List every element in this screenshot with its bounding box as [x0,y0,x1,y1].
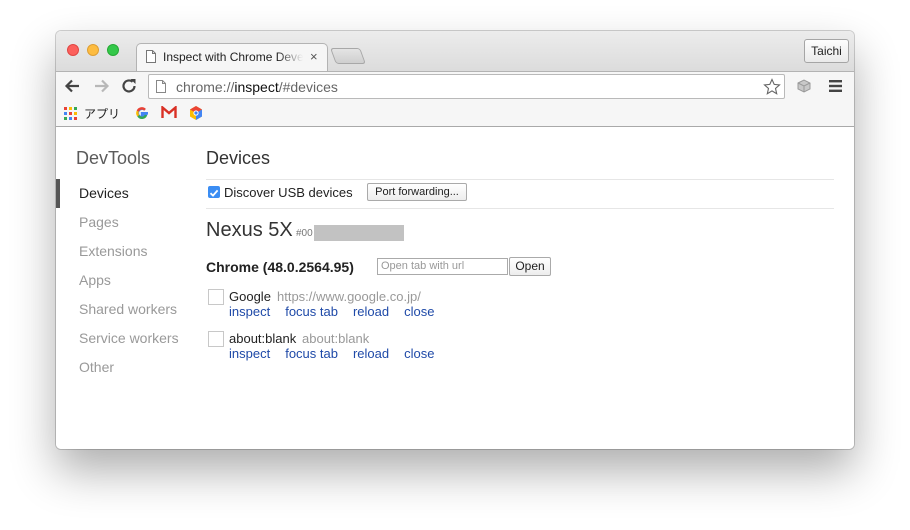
toolbar: chrome://inspect/#devices [56,71,854,101]
new-tab-button[interactable] [330,48,366,64]
page-title-text: about:blank [229,331,297,346]
forward-arrow-icon[interactable] [91,76,111,96]
discover-usb-label[interactable]: Discover USB devices [224,185,353,200]
apps-grid-icon[interactable] [64,107,77,120]
bookmark-star-icon[interactable] [763,78,781,96]
google-icon[interactable] [134,105,150,121]
inspect-link[interactable]: inspect [229,346,270,361]
chrome-webstore-icon[interactable] [188,105,204,121]
gmail-icon[interactable] [161,106,177,119]
menu-icon[interactable] [829,80,842,92]
tab-title: Inspect with Chrome Developer Tools [163,50,303,64]
reload-link[interactable]: reload [353,304,389,319]
url-scheme: chrome:// [176,79,235,95]
window-maximize-button[interactable] [107,44,119,56]
page-url: about:blank [302,331,370,346]
back-arrow-icon[interactable] [63,76,83,96]
page-actions: inspect focus tab reload close [229,304,449,319]
focus-tab-link[interactable]: focus tab [285,304,338,319]
focus-tab-link[interactable]: focus tab [285,346,338,361]
page-url: https://www.google.co.jp/ [277,289,421,304]
url-text: chrome://inspect/#devices [176,79,338,95]
devtools-title: DevTools [76,148,151,168]
page-icon [146,50,156,63]
sidebar-item-other[interactable]: Other [56,353,196,382]
sidebar-item-shared-workers[interactable]: Shared workers [56,295,196,324]
inspect-page: DevTools Devices Pages Extensions Apps S… [56,127,854,449]
divider [206,179,834,180]
reload-icon[interactable] [119,76,139,96]
extension-icon[interactable] [796,78,812,94]
window-minimize-button[interactable] [87,44,99,56]
window-close-button[interactable] [67,44,79,56]
tab-close-icon[interactable]: × [310,49,318,64]
sidebar-nav: Devices Pages Extensions Apps Shared wor… [56,179,196,382]
page-title: Devices [206,148,271,168]
tab-strip: Inspect with Chrome Developer Tools × Ta… [56,31,854,71]
bookmarks-bar: アプリ [56,101,854,127]
device-name: Nexus 5X [206,219,293,241]
sidebar-item-apps[interactable]: Apps [56,266,196,295]
browser-window: Inspect with Chrome Developer Tools × Ta… [56,31,854,449]
list-item: about:blank about:blank inspect focus tab… [206,331,834,371]
open-tab-button[interactable]: Open [509,257,551,276]
tab-inspect[interactable]: Inspect with Chrome Developer Tools × [136,43,328,71]
inspect-link[interactable]: inspect [229,304,270,319]
browser-name: Chrome (48.0.2564.95) [206,259,354,275]
page-title-text: Google [229,289,271,304]
serial-redaction [314,225,404,241]
url-path: /#devices [278,79,338,95]
sidebar-item-devices[interactable]: Devices [56,179,196,208]
url-host: inspect [234,79,279,95]
address-bar[interactable]: chrome://inspect/#devices [148,74,785,99]
sidebar-item-service-workers[interactable]: Service workers [56,324,196,353]
device-serial: #00 [296,228,313,239]
profile-button[interactable]: Taichi [804,39,849,63]
port-forwarding-button[interactable]: Port forwarding... [367,183,467,201]
reload-link[interactable]: reload [353,346,389,361]
page-thumbnail [208,331,224,347]
close-link[interactable]: close [404,304,434,319]
sidebar-item-extensions[interactable]: Extensions [56,237,196,266]
discover-usb-checkbox[interactable] [208,186,220,198]
page-icon [156,80,166,93]
page-thumbnail [208,289,224,305]
list-item: Google https://www.google.co.jp/ inspect… [206,289,834,329]
checkmark-icon [209,189,219,197]
apps-bookmark-label[interactable]: アプリ [84,105,120,122]
sidebar-item-pages[interactable]: Pages [56,208,196,237]
close-link[interactable]: close [404,346,434,361]
page-actions: inspect focus tab reload close [229,346,449,361]
divider [206,208,834,209]
open-tab-url-input[interactable]: Open tab with url [377,258,508,275]
